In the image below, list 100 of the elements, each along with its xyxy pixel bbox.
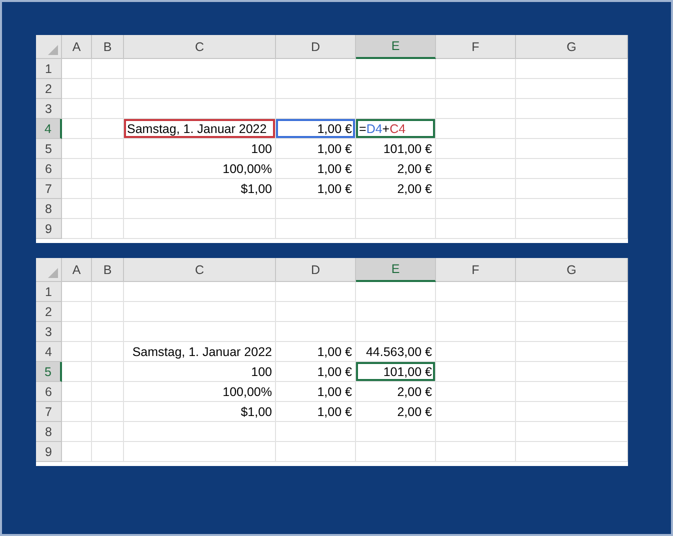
table-cell[interactable] [356, 79, 436, 99]
column-header[interactable]: C [124, 258, 276, 282]
table-cell[interactable] [356, 99, 436, 119]
table-cell[interactable] [516, 282, 628, 302]
table-cell[interactable]: =D4+C4 [356, 119, 436, 139]
table-cell[interactable]: 100,00% [124, 159, 276, 179]
table-cell[interactable] [356, 199, 436, 219]
column-header[interactable]: C [124, 35, 276, 59]
column-header[interactable]: G [516, 35, 628, 59]
table-cell[interactable] [62, 139, 92, 159]
table-cell[interactable] [124, 322, 276, 342]
table-cell[interactable] [62, 302, 92, 322]
table-cell[interactable]: 100,00% [124, 382, 276, 402]
table-cell[interactable]: 101,00 € [356, 139, 436, 159]
table-cell[interactable] [92, 282, 124, 302]
table-cell[interactable]: 1,00 € [276, 362, 356, 382]
table-cell[interactable] [92, 99, 124, 119]
table-cell[interactable] [92, 179, 124, 199]
row-header[interactable]: 7 [36, 402, 62, 422]
row-header[interactable]: 8 [36, 422, 62, 442]
table-cell[interactable] [436, 302, 516, 322]
table-cell[interactable] [62, 99, 92, 119]
table-cell[interactable] [516, 179, 628, 199]
row-header[interactable]: 1 [36, 59, 62, 79]
table-cell[interactable] [356, 322, 436, 342]
table-cell[interactable]: 2,00 € [356, 179, 436, 199]
table-cell[interactable] [124, 219, 276, 239]
column-header[interactable]: G [516, 258, 628, 282]
row-header[interactable]: 7 [36, 179, 62, 199]
row-header[interactable]: 9 [36, 442, 62, 462]
table-cell[interactable] [436, 362, 516, 382]
table-cell[interactable] [124, 282, 276, 302]
table-cell[interactable] [92, 59, 124, 79]
table-cell[interactable] [62, 119, 92, 139]
table-cell[interactable] [276, 79, 356, 99]
table-cell[interactable] [276, 302, 356, 322]
table-cell[interactable] [62, 179, 92, 199]
table-cell[interactable] [62, 79, 92, 99]
table-cell[interactable] [62, 422, 92, 442]
table-cell[interactable] [92, 139, 124, 159]
table-cell[interactable] [62, 382, 92, 402]
row-header[interactable]: 4 [36, 342, 62, 362]
table-cell[interactable] [276, 322, 356, 342]
table-cell[interactable] [92, 402, 124, 422]
row-header[interactable]: 6 [36, 159, 62, 179]
table-cell[interactable] [436, 342, 516, 362]
table-cell[interactable] [436, 382, 516, 402]
select-all-icon[interactable] [48, 268, 58, 278]
table-cell[interactable] [436, 402, 516, 422]
table-cell[interactable] [62, 342, 92, 362]
row-header[interactable]: 5 [36, 362, 62, 382]
table-cell[interactable]: 1,00 € [276, 179, 356, 199]
table-cell[interactable]: 100 [124, 139, 276, 159]
row-header[interactable]: 9 [36, 219, 62, 239]
column-header[interactable]: B [92, 35, 124, 59]
table-cell[interactable] [124, 199, 276, 219]
table-cell[interactable] [276, 199, 356, 219]
table-cell[interactable]: 1,00 € [276, 159, 356, 179]
table-cell[interactable] [516, 159, 628, 179]
table-cell[interactable]: 2,00 € [356, 402, 436, 422]
row-header[interactable]: 8 [36, 199, 62, 219]
table-cell[interactable] [516, 322, 628, 342]
table-cell[interactable]: 101,00 € [356, 362, 436, 382]
table-cell[interactable] [516, 442, 628, 462]
table-cell[interactable] [436, 99, 516, 119]
table-cell[interactable] [276, 59, 356, 79]
table-cell[interactable]: $1,00 [124, 402, 276, 422]
table-cell[interactable] [436, 59, 516, 79]
table-cell[interactable] [516, 382, 628, 402]
table-cell[interactable] [62, 159, 92, 179]
table-cell[interactable] [276, 442, 356, 462]
table-cell[interactable]: 1,00 € [276, 119, 356, 139]
table-cell[interactable] [516, 362, 628, 382]
table-cell[interactable]: 2,00 € [356, 382, 436, 402]
table-cell[interactable] [62, 282, 92, 302]
table-cell[interactable] [124, 302, 276, 322]
table-cell[interactable] [516, 99, 628, 119]
table-cell[interactable] [92, 342, 124, 362]
table-cell[interactable]: 2,00 € [356, 159, 436, 179]
table-cell[interactable] [124, 59, 276, 79]
column-header[interactable]: F [436, 258, 516, 282]
table-cell[interactable] [62, 322, 92, 342]
table-cell[interactable] [356, 282, 436, 302]
table-cell[interactable]: 1,00 € [276, 342, 356, 362]
table-cell[interactable] [62, 442, 92, 462]
table-cell[interactable] [276, 99, 356, 119]
column-header[interactable]: E [356, 35, 436, 59]
table-cell[interactable]: Samstag, 1. Januar 2022 [124, 119, 276, 139]
table-cell[interactable] [124, 99, 276, 119]
table-cell[interactable] [62, 59, 92, 79]
table-cell[interactable] [436, 199, 516, 219]
table-cell[interactable] [92, 382, 124, 402]
table-cell[interactable] [436, 442, 516, 462]
table-cell[interactable]: 1,00 € [276, 402, 356, 422]
column-header[interactable]: D [276, 35, 356, 59]
column-header[interactable]: E [356, 258, 436, 282]
table-cell[interactable] [516, 219, 628, 239]
table-cell[interactable] [436, 422, 516, 442]
table-cell[interactable] [92, 199, 124, 219]
table-cell[interactable] [276, 282, 356, 302]
